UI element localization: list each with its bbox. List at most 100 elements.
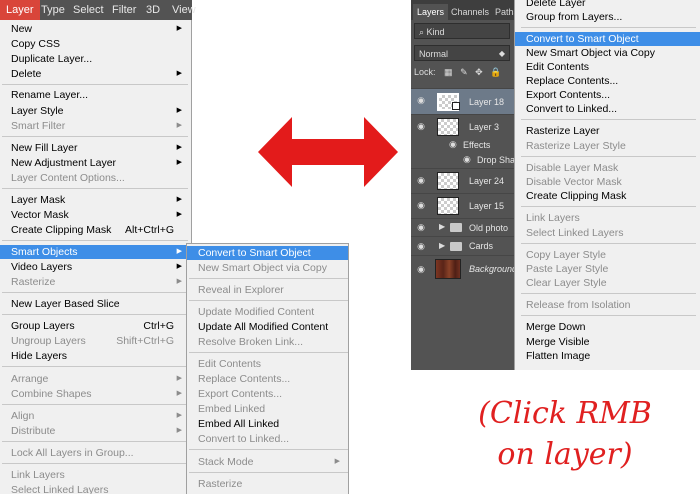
submenu-item-embed-linked: Embed Linked <box>187 402 348 416</box>
ctx-item-convert-to-linked[interactable]: Convert to Linked... <box>515 102 700 116</box>
visibility-eye-icon[interactable]: ◉ <box>415 264 427 274</box>
layer-row-cards[interactable]: ◉ ▶ Cards <box>411 236 514 255</box>
layer-row-background[interactable]: ◉ Background <box>411 255 517 282</box>
submenu-arrow-icon: ▶ <box>176 390 182 397</box>
menu-item-new-adjustment-layer[interactable]: New Adjustment Layer ▶ <box>0 156 190 170</box>
menu-view[interactable]: View <box>172 0 196 20</box>
submenu-arrow-icon: ▶ <box>176 122 182 129</box>
layer-row-layer-24[interactable]: ◉ Layer 24 <box>411 168 514 192</box>
submenu-item-embed-all-linked[interactable]: Embed All Linked <box>187 417 348 431</box>
submenu-item-update-all-modified-content[interactable]: Update All Modified Content <box>187 320 348 334</box>
group-name[interactable]: Cards <box>469 237 493 256</box>
layer-menu: New ▶ Copy CSS Duplicate Layer... Delete ▶… <box>0 20 192 494</box>
submenu-item-convert-to-smart-object[interactable]: Convert to Smart Object <box>187 246 348 260</box>
menu-divider <box>521 27 696 28</box>
menu-item-rename-layer[interactable]: Rename Layer... <box>0 88 190 102</box>
menu-item-delete[interactable]: Delete ▶ <box>0 67 190 81</box>
menu-item-smart-objects[interactable]: Smart Objects ▶ <box>0 245 190 259</box>
menu-item-hide-layers[interactable]: Hide Layers <box>0 349 190 363</box>
ctx-item-rasterize-layer[interactable]: Rasterize Layer <box>515 124 700 138</box>
menu-item-lock-all-layers-in-group: Lock All Layers in Group... <box>0 446 190 460</box>
layer-name[interactable]: Layer 24 <box>469 169 504 193</box>
ctx-item-new-smart-object-via-copy[interactable]: New Smart Object via Copy <box>515 46 700 60</box>
tab-paths[interactable]: Paths <box>491 4 514 20</box>
visibility-eye-icon[interactable]: ◉ <box>449 139 457 150</box>
menu-item-group-layers[interactable]: Group Layers Ctrl+G <box>0 319 190 333</box>
menu-item-label: New Fill Layer <box>11 142 78 154</box>
ctx-item-flatten-image[interactable]: Flatten Image <box>515 349 700 363</box>
tab-channels[interactable]: Channels <box>447 4 493 20</box>
menu-item-video-layers[interactable]: Video Layers ▶ <box>0 260 190 274</box>
visibility-eye-icon[interactable]: ◉ <box>415 175 427 185</box>
filter-kind-select[interactable]: ⌕ Kind <box>414 23 510 39</box>
ctx-item-replace-contents[interactable]: Replace Contents... <box>515 74 700 88</box>
effect-name: Drop Shadow <box>477 155 514 165</box>
visibility-eye-icon[interactable]: ◉ <box>415 241 427 251</box>
visibility-eye-icon[interactable]: ◉ <box>415 200 427 210</box>
layer-row-layer-3[interactable]: ◉ Layer 3 <box>411 114 514 138</box>
ctx-item-disable-layer-mask: Disable Layer Mask <box>515 161 700 175</box>
menu-item-vector-mask[interactable]: Vector Mask ▶ <box>0 208 190 222</box>
submenu-item-new-smart-object-via-copy: New Smart Object via Copy <box>187 261 348 275</box>
layer-name[interactable]: Layer 3 <box>469 115 499 139</box>
menu-layer[interactable]: Layer <box>0 0 40 20</box>
visibility-eye-icon[interactable]: ◉ <box>463 154 471 165</box>
ctx-item-delete-layer[interactable]: Delete Layer <box>515 0 700 10</box>
layer-effect-drop-shadow-row[interactable]: ◉ Drop Shadow <box>411 152 514 168</box>
layer-name[interactable]: Layer 15 <box>469 194 504 218</box>
menu-item-label: Edit Contents <box>526 61 590 73</box>
layer-name[interactable]: Background <box>469 256 517 282</box>
ctx-item-convert-to-smart-object[interactable]: Convert to Smart Object <box>515 32 700 46</box>
expand-triangle-icon[interactable]: ▶ <box>439 241 445 250</box>
menu-select[interactable]: Select <box>73 0 104 20</box>
submenu-item-rasterize: Rasterize <box>187 477 348 491</box>
group-name[interactable]: Old photo <box>469 219 508 237</box>
tab-layers[interactable]: Layers <box>413 4 449 20</box>
menu-item-label: Group from Layers... <box>526 11 623 23</box>
menu-item-new-fill-layer[interactable]: New Fill Layer ▶ <box>0 141 190 155</box>
ctx-item-create-clipping-mask[interactable]: Create Clipping Mask <box>515 189 700 203</box>
menu-item-duplicate-layer[interactable]: Duplicate Layer... <box>0 52 190 66</box>
menu-divider <box>521 243 696 244</box>
ctx-item-edit-contents[interactable]: Edit Contents <box>515 60 700 74</box>
ctx-item-group-from-layers[interactable]: Group from Layers... <box>515 10 700 24</box>
menu-filter[interactable]: Filter <box>112 0 136 20</box>
menu-item-label: Export Contents... <box>526 89 611 101</box>
menu-item-copy-css[interactable]: Copy CSS <box>0 37 190 51</box>
menu-divider <box>521 293 696 294</box>
blend-mode-select[interactable]: Normal ◆ <box>414 45 510 61</box>
menu-item-label: Delete <box>11 68 42 80</box>
lock-image-icon[interactable]: ✎ <box>460 67 468 77</box>
visibility-eye-icon[interactable]: ◉ <box>415 121 427 131</box>
layer-row-old-photo[interactable]: ◉ ▶ Old photo <box>411 218 514 236</box>
lock-position-icon[interactable]: ✥ <box>475 67 483 77</box>
menu-item-layer-mask[interactable]: Layer Mask ▶ <box>0 193 190 207</box>
visibility-eye-icon[interactable]: ◉ <box>415 222 427 232</box>
menu-item-new-layer-based-slice[interactable]: New Layer Based Slice <box>0 297 190 311</box>
ctx-item-merge-visible[interactable]: Merge Visible <box>515 335 700 349</box>
menu-item-layer-style[interactable]: Layer Style ▶ <box>0 104 190 118</box>
menu-item-create-clipping-mask[interactable]: Create Clipping Mask Alt+Ctrl+G <box>0 223 190 237</box>
submenu-arrow-icon: ▶ <box>176 159 182 166</box>
lock-all-icon[interactable]: 🔒 <box>490 67 501 77</box>
panel-tabs: Layers Channels Paths <box>411 0 514 20</box>
menu-3d[interactable]: 3D <box>146 0 160 20</box>
menu-type[interactable]: Type <box>41 0 65 20</box>
menu-item-label: Convert to Smart Object <box>198 247 311 259</box>
visibility-eye-icon[interactable]: ◉ <box>415 95 427 105</box>
submenu-arrow-icon: ▶ <box>176 278 182 285</box>
submenu-item-export-contents: Export Contents... <box>187 387 348 401</box>
expand-triangle-icon[interactable]: ▶ <box>439 222 445 231</box>
menu-item-combine-shapes: Combine Shapes ▶ <box>0 387 190 401</box>
layer-row-layer-18[interactable]: ◉ Layer 18 <box>411 88 514 114</box>
menubar: Layer Type Select Filter 3D View <box>0 0 196 20</box>
layer-effects-row[interactable]: ◉ Effects <box>411 138 514 152</box>
ctx-item-export-contents[interactable]: Export Contents... <box>515 88 700 102</box>
layer-name[interactable]: Layer 18 <box>469 89 504 115</box>
ctx-item-merge-down[interactable]: Merge Down <box>515 320 700 334</box>
lock-transparent-icon[interactable]: ▦ <box>444 67 453 77</box>
menu-item-new[interactable]: New ▶ <box>0 22 190 36</box>
submenu-arrow-icon: ▶ <box>176 248 182 255</box>
submenu-arrow-icon: ▶ <box>176 427 182 434</box>
layer-row-layer-15[interactable]: ◉ Layer 15 <box>411 193 514 217</box>
